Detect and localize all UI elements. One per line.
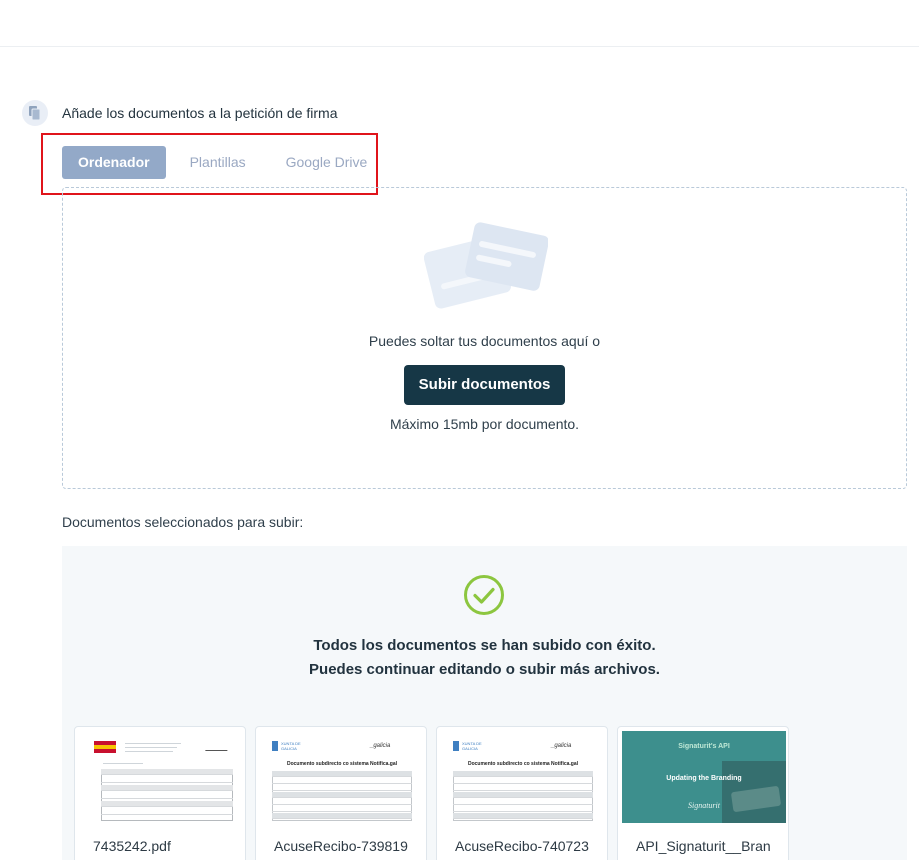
size-limit-note: Máximo 15mb por documento. — [389, 416, 580, 432]
section-title: Añade los documentos a la petición de fi… — [62, 105, 338, 121]
galicia-logo-text: _galicia — [551, 743, 572, 749]
check-circle-icon — [462, 573, 506, 622]
top-bar — [0, 0, 919, 47]
document-card[interactable]: Signaturit's API Updating the Branding S… — [617, 726, 789, 860]
upload-documents-button[interactable]: Subir documentos — [404, 365, 565, 405]
document-filename: API_Signaturit__Branding_ENG.pdf — [636, 838, 771, 860]
document-thumbnail: XUNTA DE GALICIA _galicia Documento subd… — [441, 731, 605, 823]
document-thumbnail — [79, 731, 243, 823]
acuse-title-text: Documento subdirecto co sistema Notifica… — [286, 761, 398, 767]
dropzone[interactable]: Puedes soltar tus documentos aquí o Subi… — [62, 187, 907, 489]
document-filename: AcuseRecibo-7407238.pdf — [455, 838, 589, 860]
document-card[interactable]: XUNTA DE GALICIA _galicia Documento subd… — [436, 726, 608, 860]
api-title-text: Signaturit's API — [678, 743, 730, 750]
selected-documents-label: Documentos seleccionados para subir: — [62, 514, 304, 530]
document-card[interactable]: XUNTA DE GALICIA _galicia Documento subd… — [255, 726, 427, 860]
document-thumbnail: Signaturit's API Updating the Branding S… — [622, 731, 786, 823]
success-message: Todos los documentos se han subido con é… — [313, 637, 656, 654]
source-tabs: Ordenador Plantillas Google Drive — [62, 146, 383, 179]
document-thumbnail: XUNTA DE GALICIA _galicia Documento subd… — [260, 731, 424, 823]
acuse-title-text: Documento subdirecto co sistema Notifica… — [467, 761, 579, 767]
section-header: Añade los documentos a la petición de fi… — [22, 100, 338, 126]
dropzone-hint: Puedes soltar tus documentos aquí o — [368, 333, 601, 349]
tab-ordenador[interactable]: Ordenador — [62, 146, 166, 179]
success-submessage: Puedes continuar editando o subir más ar… — [309, 661, 660, 678]
document-card[interactable]: 7435242.pdf — [74, 726, 246, 860]
tab-plantillas[interactable]: Plantillas — [174, 146, 262, 179]
api-subtitle-text: Updating the Branding — [666, 775, 742, 782]
document-filename: 7435242.pdf — [93, 838, 171, 854]
galicia-logo-text: _galicia — [370, 743, 391, 749]
documents-illustration — [423, 216, 549, 321]
tab-google-drive[interactable]: Google Drive — [270, 146, 384, 179]
xunta-logo-text: XUNTA DE GALICIA — [281, 741, 301, 751]
xunta-logo-text: XUNTA DE GALICIA — [462, 741, 482, 751]
uploaded-documents-panel: Todos los documentos se han subido con é… — [62, 546, 907, 860]
document-filename: AcuseRecibo-7398198.pdf — [274, 838, 408, 860]
signaturit-logo-text: Signaturit — [687, 801, 720, 810]
documents-icon — [22, 100, 48, 126]
